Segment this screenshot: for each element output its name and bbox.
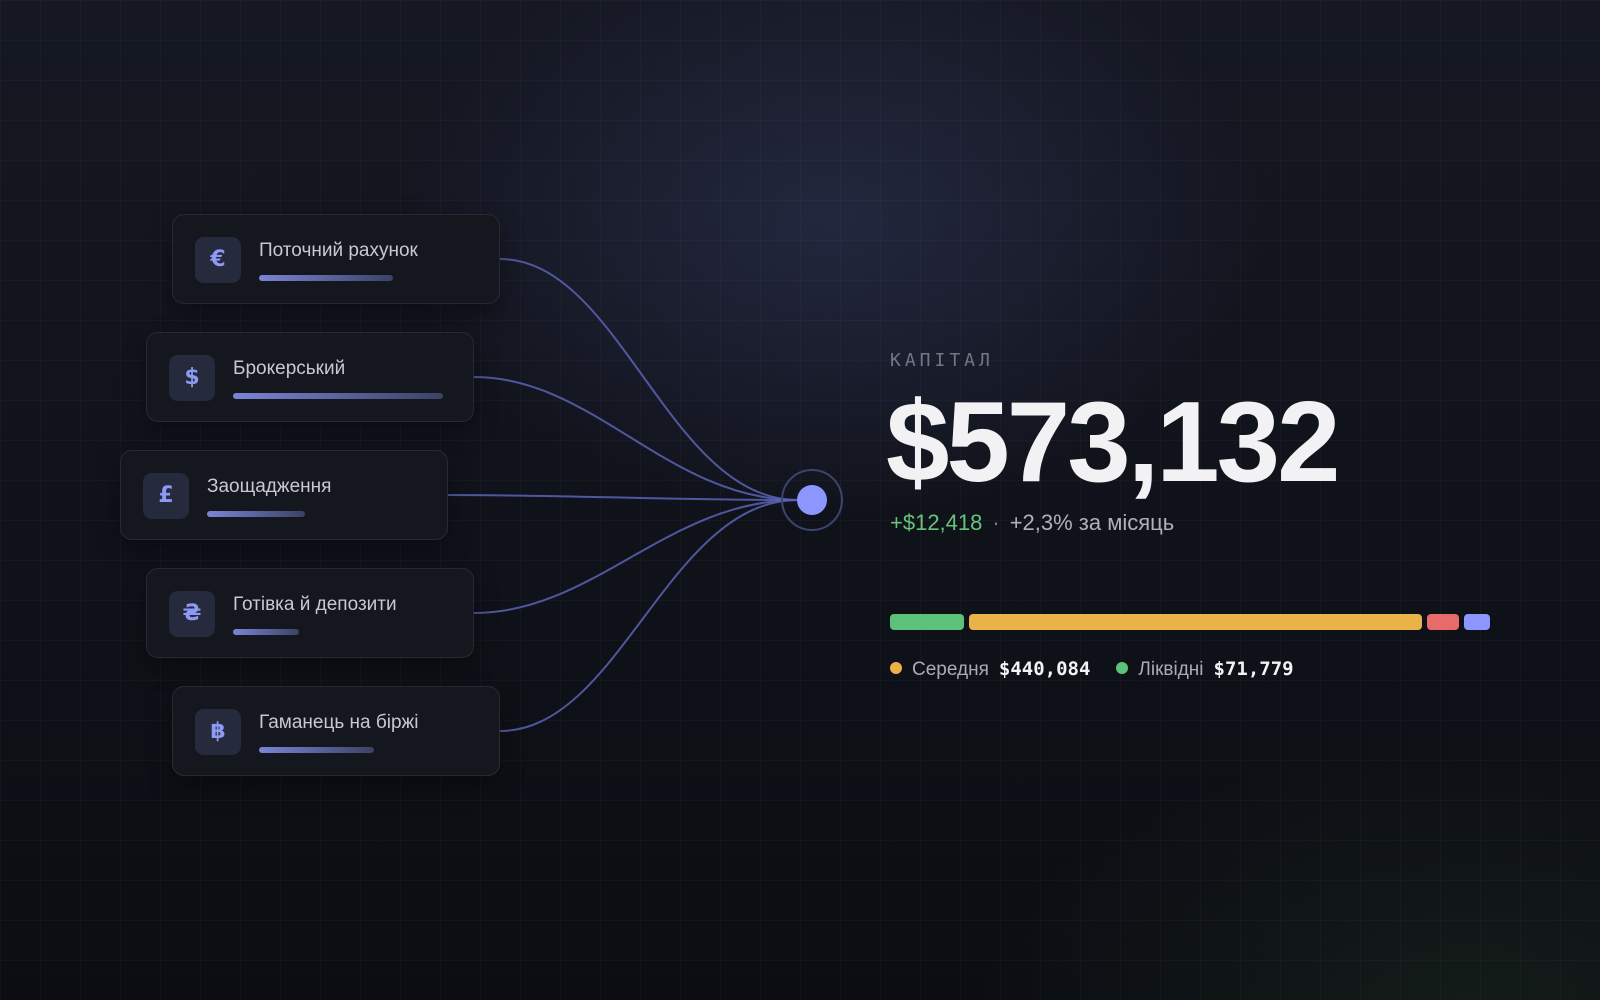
dollar-icon: $ xyxy=(169,355,215,401)
allocation-segment-medium xyxy=(968,614,1423,630)
hryvnia-icon: ₴ xyxy=(169,591,215,637)
legend-item: Ліквідні $71,779 xyxy=(1116,657,1294,682)
account-card[interactable]: € Поточний рахунок xyxy=(172,214,500,304)
capital-kicker: КАПІТАЛ xyxy=(890,350,994,371)
legend-value: $71,779 xyxy=(1213,658,1294,680)
account-label: Брокерський xyxy=(233,358,346,379)
account-card[interactable]: ฿ Гаманець на біржі xyxy=(172,686,500,776)
account-card[interactable]: ₴ Готівка й депозити xyxy=(146,568,474,658)
legend-value: $440,084 xyxy=(998,658,1091,680)
account-card[interactable]: $ Брокерський xyxy=(146,332,474,422)
legend-label: Ліквідні xyxy=(1138,659,1204,680)
account-progress-bar xyxy=(259,747,374,753)
hub-ring xyxy=(781,469,843,531)
allocation-segment-liquid xyxy=(890,614,964,630)
euro-icon: € xyxy=(195,237,241,283)
allocation-legend: Середня $440,084 Ліквідні $71,779 xyxy=(890,657,1320,682)
capital-overview: € Поточний рахунок $ Брокерський £ Заощадженн… xyxy=(0,0,1600,1000)
change-separator: · xyxy=(992,510,1000,535)
account-link-line xyxy=(499,499,799,732)
account-progress-bar xyxy=(259,275,394,281)
account-link-line xyxy=(473,499,799,614)
allocation-segment-risk xyxy=(1427,614,1460,630)
capital-total: $573,132 xyxy=(886,379,1340,506)
account-card[interactable]: £ Заощадження xyxy=(120,450,448,540)
account-link-line xyxy=(447,494,799,501)
change-percent: +2,3% за місяць xyxy=(1009,510,1175,535)
account-label: Поточний рахунок xyxy=(259,240,418,261)
allocation-bar xyxy=(890,614,1490,630)
capital-change: +$12,418 · +2,3% за місяць xyxy=(890,510,1174,536)
account-label: Заощадження xyxy=(207,476,332,497)
account-progress-bar xyxy=(207,511,305,517)
legend-label: Середня xyxy=(912,659,989,680)
account-progress-bar xyxy=(233,629,299,635)
change-amount: +$12,418 xyxy=(890,510,983,535)
bitcoin-icon: ฿ xyxy=(195,709,241,755)
account-link-line xyxy=(473,376,799,501)
account-link-line xyxy=(499,258,799,501)
legend-item: Середня $440,084 xyxy=(890,657,1090,682)
allocation-segment-other xyxy=(1464,614,1490,630)
account-progress-bar xyxy=(233,393,443,399)
pound-icon: £ xyxy=(143,473,189,519)
hub-node xyxy=(797,485,827,515)
account-label: Гаманець на біржі xyxy=(259,712,419,733)
account-label: Готівка й депозити xyxy=(233,594,397,615)
legend-swatch xyxy=(890,662,902,674)
legend-swatch xyxy=(1116,662,1129,674)
